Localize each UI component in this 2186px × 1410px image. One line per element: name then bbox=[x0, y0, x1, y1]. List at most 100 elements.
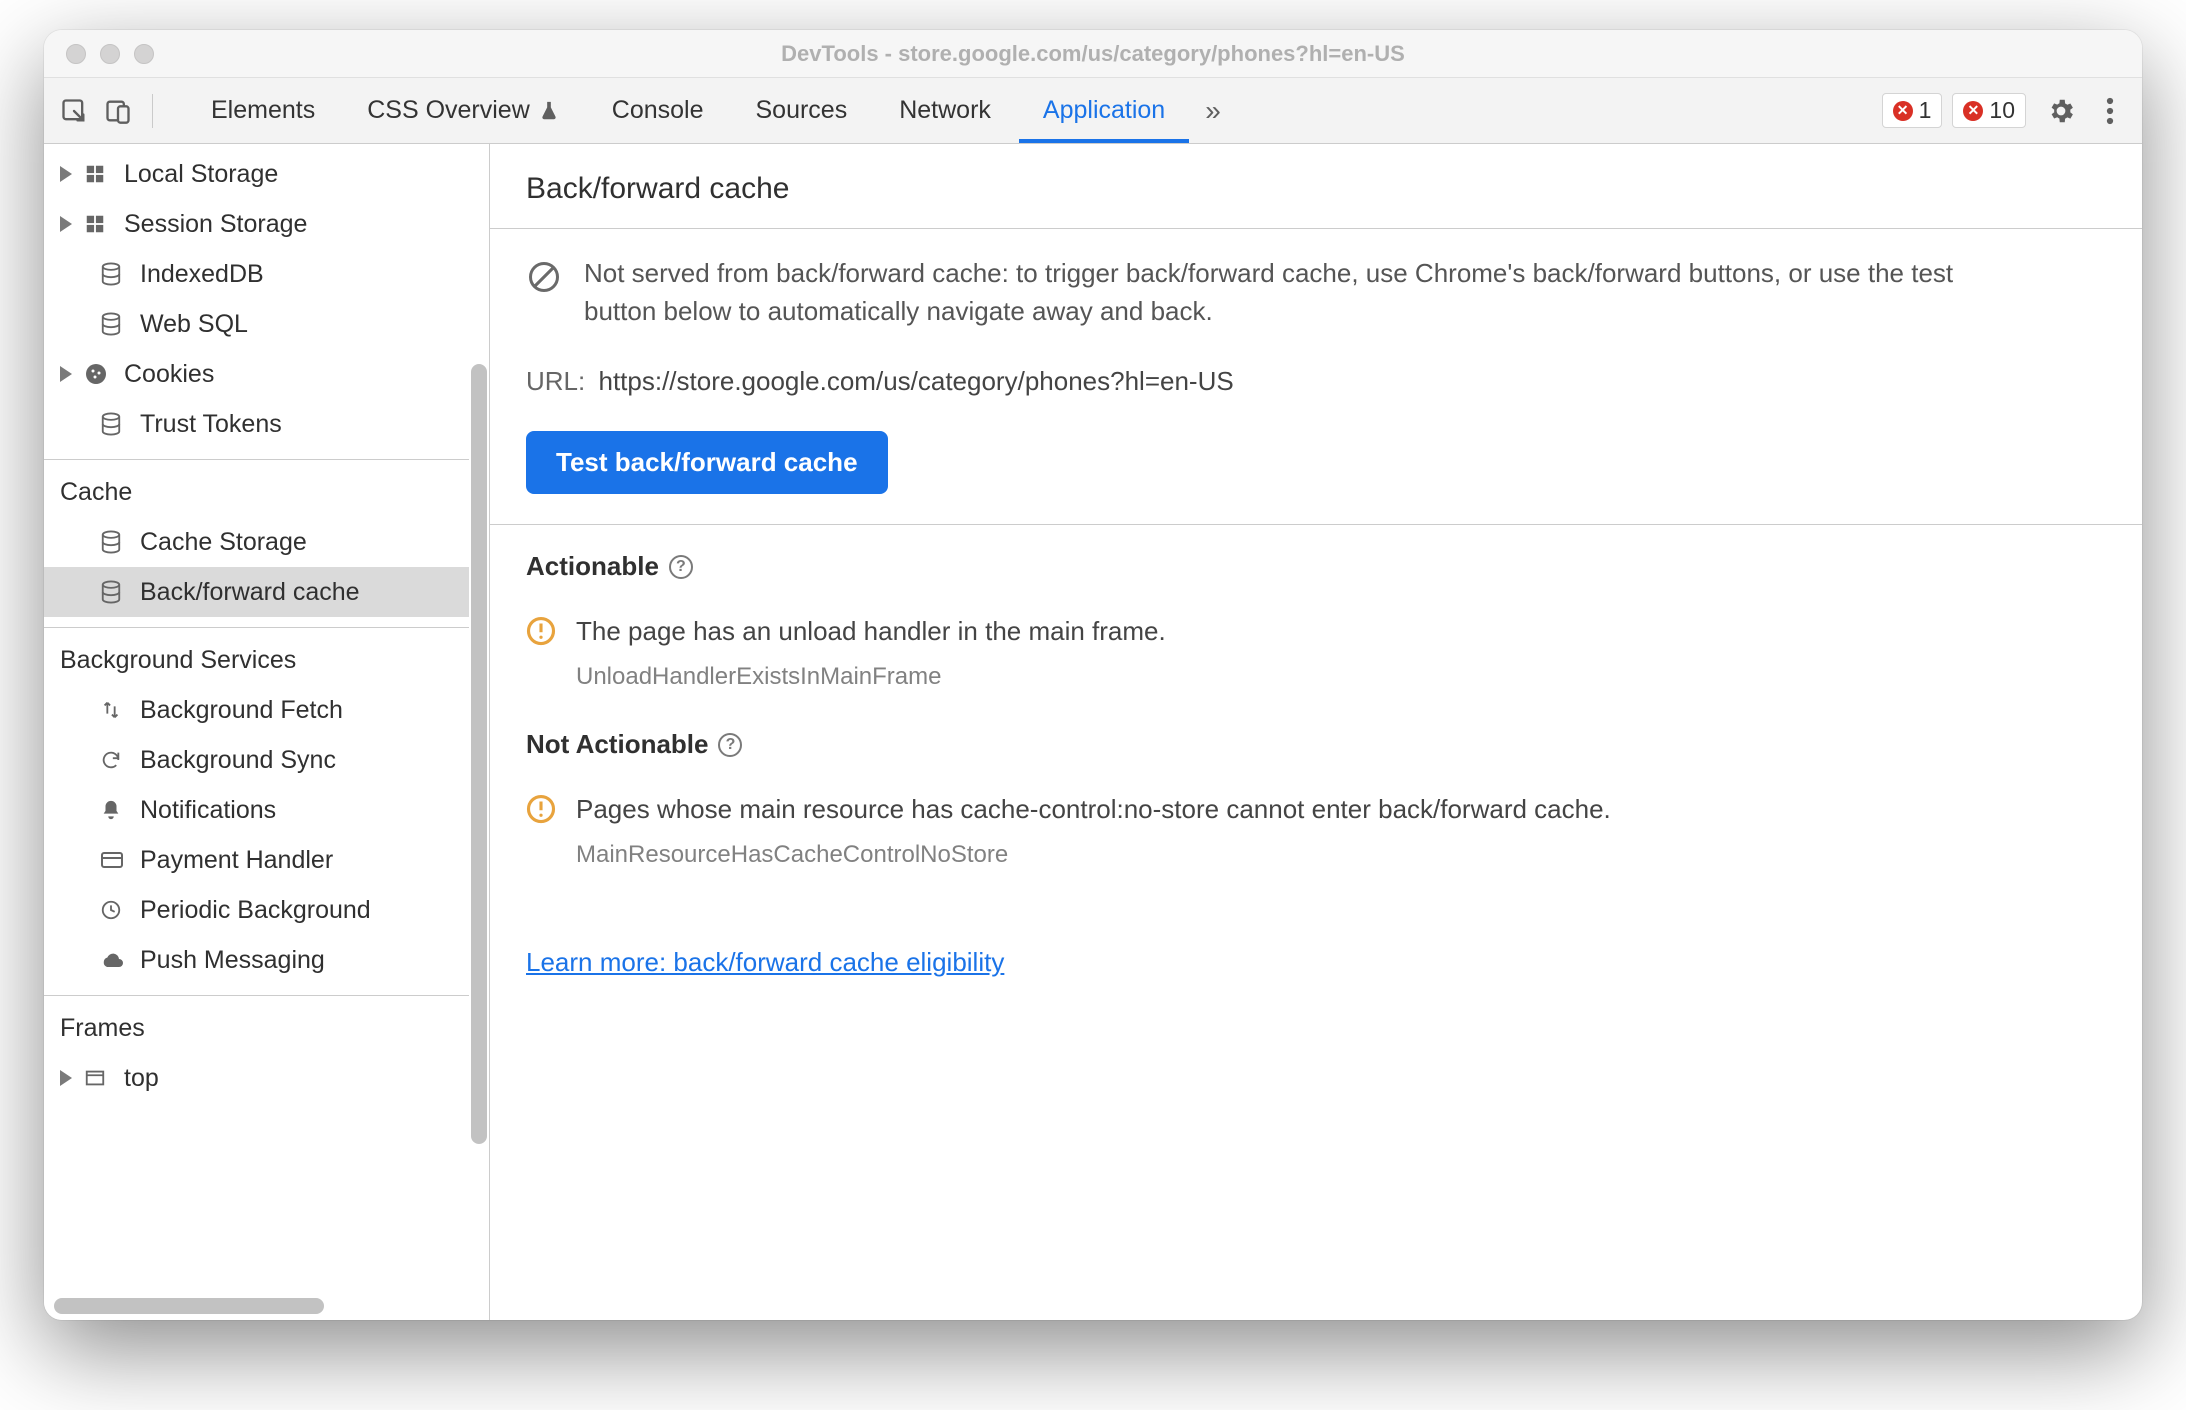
warning-icon bbox=[526, 616, 556, 646]
tab-application[interactable]: Application bbox=[1017, 78, 1191, 143]
minimize-window-button[interactable] bbox=[100, 44, 120, 64]
gear-icon bbox=[2046, 96, 2076, 126]
sidebar-item-frame-top[interactable]: top bbox=[44, 1053, 469, 1103]
tab-label: Application bbox=[1043, 96, 1165, 125]
sidebar-item-label: Trust Tokens bbox=[140, 410, 282, 439]
titlebar: DevTools - store.google.com/us/category/… bbox=[44, 30, 2142, 78]
sidebar-inner: Storage Local Storage bbox=[44, 144, 469, 1103]
chevron-double-right-icon: » bbox=[1205, 95, 1221, 127]
kebab-icon bbox=[2106, 96, 2114, 126]
learn-more-link[interactable]: Learn more: back/forward cache eligibili… bbox=[526, 947, 1004, 978]
inspect-element-icon[interactable] bbox=[52, 97, 96, 125]
issue-text: The page has an unload handler in the ma… bbox=[576, 616, 1166, 647]
settings-button[interactable] bbox=[2036, 96, 2086, 126]
tab-network[interactable]: Network bbox=[873, 78, 1017, 143]
status-panel: Not served from back/forward cache: to t… bbox=[490, 229, 2142, 525]
window-title: DevTools - store.google.com/us/category/… bbox=[44, 41, 2142, 67]
error-count-badge[interactable]: ✕ 1 bbox=[1882, 93, 1943, 128]
sidebar-item-bfcache[interactable]: Back/forward cache bbox=[44, 567, 469, 617]
application-sidebar: Storage Local Storage bbox=[44, 144, 490, 1320]
sidebar-horizontal-scrollbar[interactable] bbox=[44, 1296, 489, 1320]
toolbar-right: ✕ 1 ✕ 10 bbox=[1882, 93, 2134, 128]
help-icon[interactable]: ? bbox=[669, 555, 693, 579]
close-window-button[interactable] bbox=[66, 44, 86, 64]
sidebar-item-trust-tokens[interactable]: Trust Tokens bbox=[44, 399, 469, 449]
tab-css-overview[interactable]: CSS Overview bbox=[341, 78, 586, 143]
sidebar-vertical-scrollbar[interactable] bbox=[471, 364, 487, 1144]
status-text: Not served from back/forward cache: to t… bbox=[584, 255, 2026, 330]
tabs-overflow[interactable]: » bbox=[1191, 78, 1235, 143]
page-title: Back/forward cache bbox=[490, 144, 2142, 229]
traffic-lights bbox=[44, 44, 154, 64]
sidebar-item-cache-storage[interactable]: Cache Storage bbox=[44, 517, 469, 567]
grid-icon bbox=[84, 163, 112, 185]
url-label: URL: bbox=[526, 366, 585, 396]
tab-label: Elements bbox=[211, 96, 315, 125]
sidebar-item-indexeddb[interactable]: IndexedDB bbox=[44, 249, 469, 299]
sidebar-item-periodic-background[interactable]: Periodic Background bbox=[44, 885, 469, 935]
tab-console[interactable]: Console bbox=[586, 78, 730, 143]
issue-text: Pages whose main resource has cache-cont… bbox=[576, 794, 1611, 825]
sidebar-item-cookies[interactable]: Cookies bbox=[44, 349, 469, 399]
caret-right-icon bbox=[60, 1070, 72, 1086]
sidebar-item-websql[interactable]: Web SQL bbox=[44, 299, 469, 349]
updown-icon bbox=[100, 699, 128, 721]
more-options-button[interactable] bbox=[2096, 96, 2124, 126]
sidebar-item-notifications[interactable]: Notifications bbox=[44, 785, 469, 835]
sidebar-item-session-storage[interactable]: Session Storage bbox=[44, 199, 469, 249]
status-row: Not served from back/forward cache: to t… bbox=[526, 255, 2026, 330]
help-icon[interactable]: ? bbox=[718, 733, 742, 757]
sidebar-item-local-storage[interactable]: Local Storage bbox=[44, 149, 469, 199]
sidebar-item-label: Web SQL bbox=[140, 310, 248, 339]
scrollbar-thumb[interactable] bbox=[54, 1298, 324, 1314]
url-value: https://store.google.com/us/category/pho… bbox=[598, 366, 1233, 396]
not-served-icon bbox=[526, 259, 564, 295]
frames-tree: top bbox=[44, 1053, 469, 1103]
bell-icon bbox=[100, 799, 128, 821]
warning-icon bbox=[526, 794, 556, 824]
sidebar-item-label: IndexedDB bbox=[140, 260, 264, 289]
caret-right-icon bbox=[60, 216, 72, 232]
database-icon bbox=[100, 580, 128, 604]
cloud-icon bbox=[100, 950, 128, 970]
test-bfcache-button[interactable]: Test back/forward cache bbox=[526, 431, 888, 494]
device-toolbar-icon[interactable] bbox=[96, 97, 140, 125]
sidebar-item-label: Payment Handler bbox=[140, 846, 333, 875]
tab-label: Network bbox=[899, 96, 991, 125]
zoom-window-button[interactable] bbox=[134, 44, 154, 64]
issues-count-badge[interactable]: ✕ 10 bbox=[1952, 93, 2026, 128]
database-icon bbox=[100, 412, 128, 436]
sidebar-item-label: top bbox=[124, 1064, 159, 1093]
section-heading-bg: Background Services bbox=[44, 628, 469, 685]
issues-count: 10 bbox=[1989, 97, 2015, 124]
url-row: URL: https://store.google.com/us/categor… bbox=[526, 366, 2106, 397]
tab-sources[interactable]: Sources bbox=[730, 78, 874, 143]
section-heading-cache: Cache bbox=[44, 460, 469, 517]
sidebar-item-label: Session Storage bbox=[124, 210, 307, 239]
sidebar-item-label: Cache Storage bbox=[140, 528, 307, 557]
sidebar-item-label: Notifications bbox=[140, 796, 276, 825]
sidebar-item-background-fetch[interactable]: Background Fetch bbox=[44, 685, 469, 735]
sidebar-item-label: Background Fetch bbox=[140, 696, 343, 725]
heading-text: Actionable bbox=[526, 551, 659, 582]
sidebar-item-label: Periodic Background bbox=[140, 896, 371, 925]
caret-right-icon bbox=[60, 166, 72, 182]
clock-icon bbox=[100, 899, 128, 921]
sync-icon bbox=[100, 749, 128, 771]
database-icon bbox=[100, 262, 128, 286]
actionable-heading: Actionable ? bbox=[526, 551, 2106, 582]
sidebar-item-push-messaging[interactable]: Push Messaging bbox=[44, 935, 469, 985]
sidebar-item-label: Back/forward cache bbox=[140, 578, 360, 607]
tab-elements[interactable]: Elements bbox=[185, 78, 341, 143]
issue-code: MainResourceHasCacheControlNoStore bbox=[576, 841, 2106, 869]
sidebar-item-payment-handler[interactable]: Payment Handler bbox=[44, 835, 469, 885]
devtools-toolbar: Elements CSS Overview Console Sources Ne… bbox=[44, 78, 2142, 144]
caret-right-icon bbox=[60, 366, 72, 382]
database-icon bbox=[100, 530, 128, 554]
sidebar-item-background-sync[interactable]: Background Sync bbox=[44, 735, 469, 785]
sidebar-item-label: Local Storage bbox=[124, 160, 278, 189]
scrollbar-thumb[interactable] bbox=[471, 364, 487, 1144]
grid-icon bbox=[84, 213, 112, 235]
issue-row: The page has an unload handler in the ma… bbox=[526, 616, 2106, 647]
cache-tree: Cache Storage Back/forward cache bbox=[44, 517, 469, 617]
